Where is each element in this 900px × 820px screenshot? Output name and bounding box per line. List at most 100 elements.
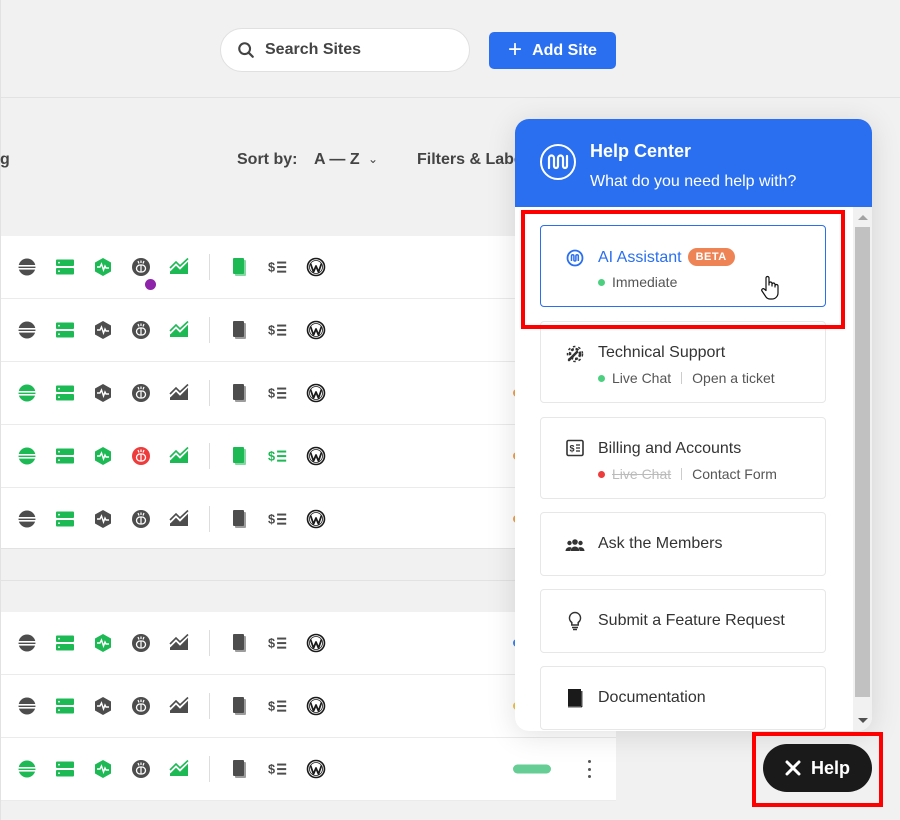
help-option-ask-members[interactable]: Ask the Members: [540, 512, 826, 576]
billing-icon[interactable]: $: [268, 509, 288, 529]
site-tool-icons: $: [17, 506, 344, 532]
uptime-monitor-icon[interactable]: [93, 509, 113, 529]
uptime-monitor-icon[interactable]: [93, 383, 113, 403]
help-option-documentation[interactable]: Documentation: [540, 666, 826, 730]
billing-icon[interactable]: $: [268, 633, 288, 653]
uptime-monitor-icon[interactable]: [93, 759, 113, 779]
security-icon[interactable]: [131, 759, 151, 779]
sort-dropdown[interactable]: A — Z: [314, 151, 360, 169]
wordpress-icon[interactable]: [306, 759, 326, 779]
ai-assistant-title: AI Assistant: [598, 249, 682, 266]
cache-icon[interactable]: [17, 320, 37, 340]
cache-icon[interactable]: [17, 633, 37, 653]
chevron-down-icon[interactable]: ⌄: [368, 152, 378, 166]
icon-divider: [209, 380, 210, 406]
performance-chart-icon[interactable]: [169, 320, 189, 340]
icon-divider: [209, 443, 210, 469]
feature-request-title: Submit a Feature Request: [598, 612, 785, 629]
performance-chart-icon[interactable]: [169, 633, 189, 653]
cache-icon[interactable]: [17, 383, 37, 403]
status-dot-green: [598, 278, 605, 286]
security-icon[interactable]: [131, 633, 151, 653]
scroll-up-arrow[interactable]: [858, 215, 868, 220]
uptime-monitor-icon[interactable]: [93, 257, 113, 277]
pages-icon[interactable]: [230, 257, 250, 277]
billing-icon[interactable]: $: [268, 383, 288, 403]
help-button-label: Help: [810, 757, 850, 778]
help-option-technical-support[interactable]: Technical Support Live Chat Open a ticke…: [540, 321, 826, 403]
billing-icon[interactable]: $: [268, 257, 288, 277]
uptime-monitor-icon[interactable]: [93, 633, 113, 653]
performance-chart-icon[interactable]: [169, 696, 189, 716]
security-icon[interactable]: [131, 257, 156, 290]
svg-text:$: $: [268, 699, 275, 714]
server-icon[interactable]: [55, 509, 75, 529]
wordpress-icon[interactable]: [306, 696, 326, 716]
open-ticket-link[interactable]: Open a ticket: [692, 370, 775, 386]
more-options-icon[interactable]: [585, 760, 593, 778]
help-toggle-button[interactable]: Help: [763, 744, 872, 792]
uptime-monitor-icon[interactable]: [93, 320, 113, 340]
contact-form-link[interactable]: Contact Form: [692, 466, 777, 482]
security-icon[interactable]: [131, 320, 151, 340]
scroll-thumb[interactable]: [855, 227, 870, 697]
cache-icon[interactable]: [17, 696, 37, 716]
security-icon[interactable]: [131, 446, 151, 466]
search-input[interactable]: [265, 41, 445, 59]
server-icon[interactable]: [55, 633, 75, 653]
add-site-button[interactable]: + Add Site: [489, 32, 616, 69]
billing-icon[interactable]: $: [268, 696, 288, 716]
server-icon[interactable]: [55, 257, 75, 277]
billing-icon[interactable]: $: [268, 446, 288, 466]
server-icon[interactable]: [55, 446, 75, 466]
icon-divider: [209, 317, 210, 343]
server-icon[interactable]: [55, 320, 75, 340]
wordpress-icon[interactable]: [306, 509, 326, 529]
help-option-billing[interactable]: $ Billing and Accounts Live Chat Contact…: [540, 417, 826, 499]
performance-chart-icon[interactable]: [169, 759, 189, 779]
site-row[interactable]: $: [1, 738, 616, 801]
performance-chart-icon[interactable]: [169, 257, 189, 277]
server-icon[interactable]: [55, 383, 75, 403]
pages-icon[interactable]: [230, 509, 250, 529]
documentation-title: Documentation: [598, 689, 706, 706]
wordpress-icon[interactable]: [306, 320, 326, 340]
pages-icon[interactable]: [230, 383, 250, 403]
pages-icon[interactable]: [230, 696, 250, 716]
performance-chart-icon[interactable]: [169, 383, 189, 403]
live-chat-link[interactable]: Live Chat: [612, 370, 671, 386]
security-icon[interactable]: [131, 509, 151, 529]
icon-divider: [209, 630, 210, 656]
wordpress-icon[interactable]: [306, 633, 326, 653]
server-icon[interactable]: [55, 759, 75, 779]
status-dot-red: [598, 470, 605, 478]
gear-wrench-icon: [565, 344, 585, 364]
wordpress-icon[interactable]: [306, 257, 326, 277]
uptime-monitor-icon[interactable]: [93, 696, 113, 716]
pages-icon[interactable]: [230, 320, 250, 340]
billing-icon[interactable]: $: [268, 759, 288, 779]
server-icon[interactable]: [55, 696, 75, 716]
wordpress-icon[interactable]: [306, 383, 326, 403]
pages-icon[interactable]: [230, 759, 250, 779]
help-option-feature-request[interactable]: Submit a Feature Request: [540, 589, 826, 653]
billing-icon[interactable]: $: [268, 320, 288, 340]
wordpress-icon[interactable]: [306, 446, 326, 466]
pages-icon[interactable]: [230, 633, 250, 653]
scroll-down-arrow[interactable]: [858, 718, 868, 723]
svg-text:$: $: [570, 444, 575, 454]
help-scrollbar[interactable]: [853, 207, 872, 731]
security-icon[interactable]: [131, 696, 151, 716]
security-icon[interactable]: [131, 383, 151, 403]
cache-icon[interactable]: [17, 257, 37, 277]
cache-icon[interactable]: [17, 759, 37, 779]
performance-chart-icon[interactable]: [169, 509, 189, 529]
performance-chart-icon[interactable]: [169, 446, 189, 466]
cache-icon[interactable]: [17, 446, 37, 466]
book-icon: [565, 688, 585, 708]
uptime-monitor-icon[interactable]: [93, 446, 113, 466]
help-option-ai-assistant[interactable]: AI Assistant BETA Immediate: [540, 225, 826, 307]
pages-icon[interactable]: [230, 446, 250, 466]
cache-icon[interactable]: [17, 509, 37, 529]
search-sites[interactable]: [220, 28, 470, 72]
